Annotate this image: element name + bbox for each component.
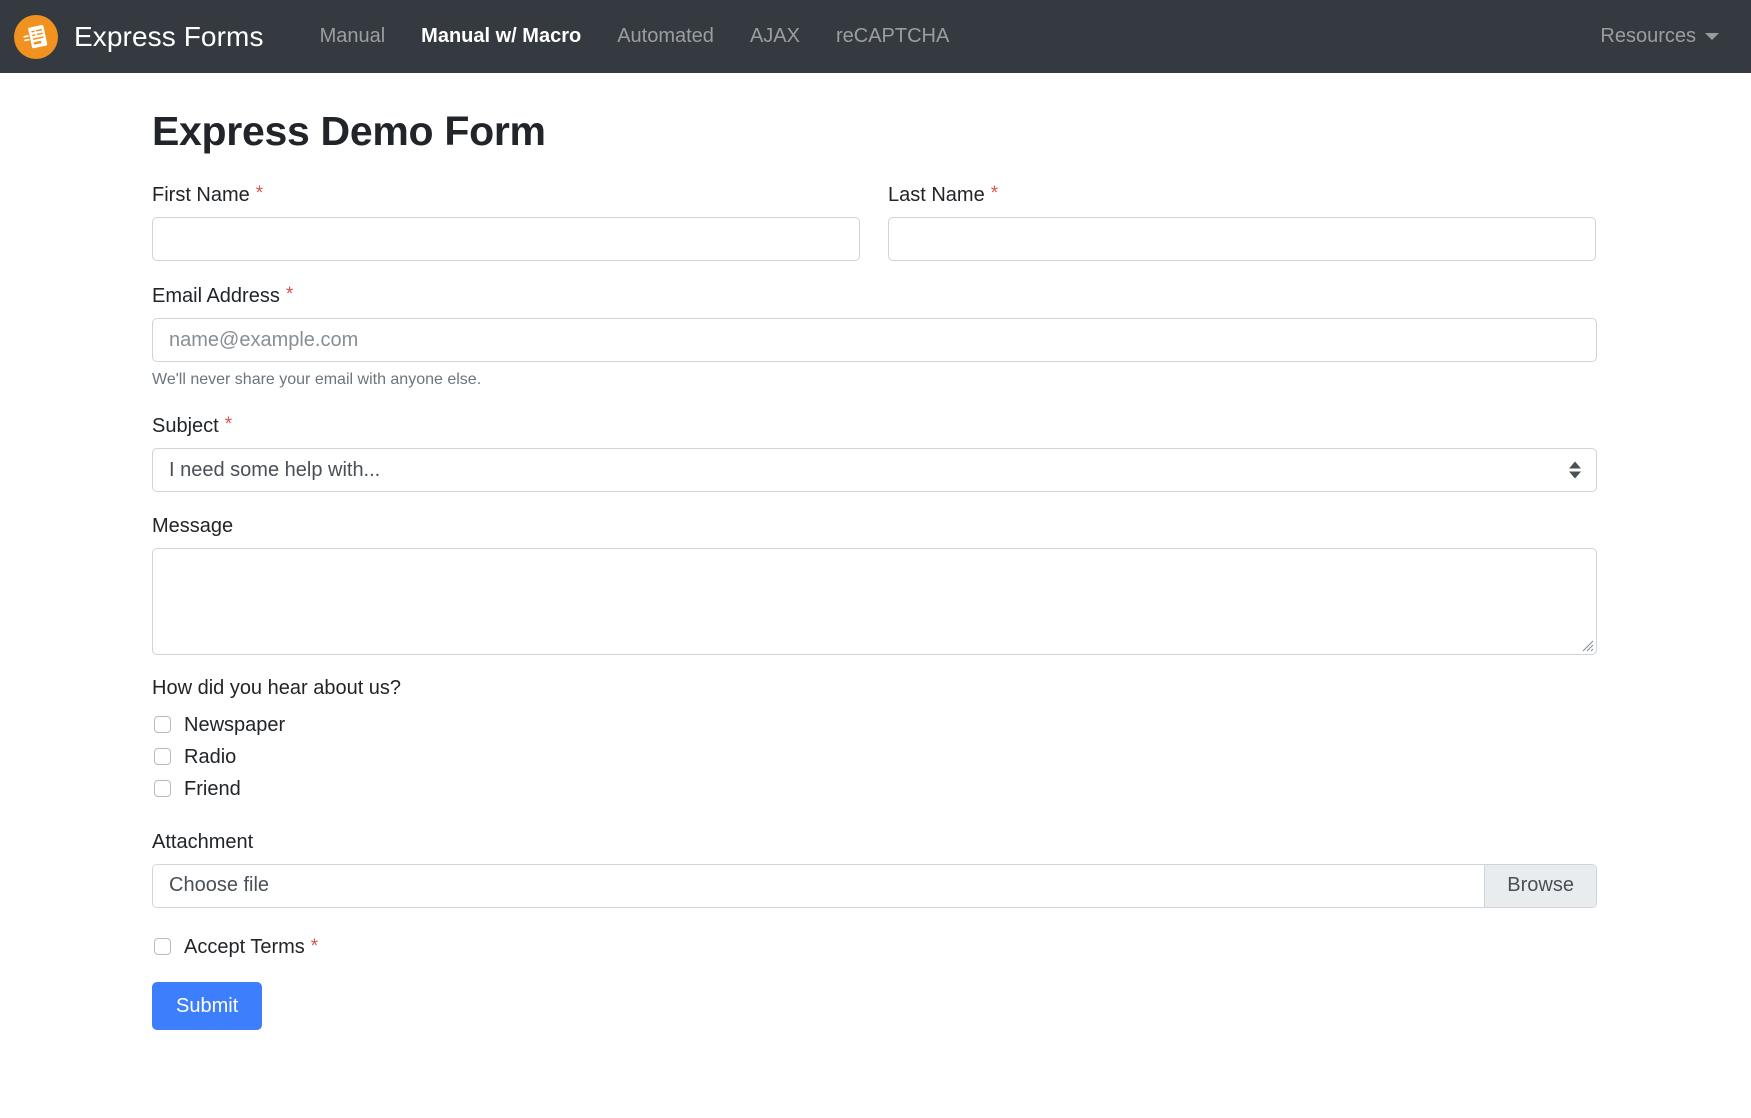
- message-group: Message: [152, 514, 1597, 655]
- first-name-col: First Name *: [152, 182, 874, 283]
- email-help-text: We'll never share your email with anyone…: [152, 371, 482, 389]
- name-row: First Name * Last Name *: [152, 182, 1597, 283]
- nav-link-recaptcha[interactable]: reCAPTCHA: [818, 16, 967, 57]
- page-container: Express Demo Form First Name * Last Name *: [0, 73, 1751, 1030]
- nav-item: Manual w/ Macro: [403, 16, 599, 57]
- nav-link-manual[interactable]: Manual: [302, 16, 404, 57]
- radio-checkbox[interactable]: [154, 748, 171, 766]
- top-navbar: Express Forms Manual Manual w/ Macro Aut…: [0, 0, 1751, 73]
- demo-form: First Name* Last Name* Email Address*: [152, 182, 1751, 1030]
- nav-link-automated[interactable]: Automated: [599, 16, 732, 57]
- last-name-input[interactable]: [888, 217, 1596, 262]
- navbar-links: Manual Manual w/ Macro Automated AJAX re…: [302, 16, 968, 57]
- last-name-group: Last Name *: [888, 182, 1596, 262]
- required-asterisk: *: [224, 413, 233, 435]
- first-name-group: First Name *: [152, 182, 860, 262]
- form-document-icon: [14, 14, 58, 59]
- caret-down-icon: [1705, 33, 1719, 40]
- first-name-label: First Name *: [152, 182, 860, 208]
- resources-label: Resources: [1600, 25, 1696, 47]
- friend-checkbox[interactable]: [154, 780, 171, 798]
- required-asterisk: *: [285, 284, 294, 306]
- nav-item: reCAPTCHA: [818, 16, 967, 57]
- message-label-text: Message: [152, 514, 234, 537]
- accept-terms-row[interactable]: Accept Terms *: [152, 934, 1751, 960]
- message-label: Message: [152, 514, 1597, 539]
- checkbox-row-radio[interactable]: Radio: [152, 744, 1751, 770]
- accept-terms-label: Accept Terms: [184, 935, 305, 958]
- last-name-label: Last Name *: [888, 182, 1596, 208]
- first-name-input[interactable]: [152, 217, 860, 262]
- message-textarea-wrap: [152, 547, 1597, 655]
- attachment-label-text: Attachment: [152, 830, 254, 853]
- hear-about-group: How did you hear about us? Newspaper Rad…: [152, 677, 1751, 802]
- newspaper-label: Newspaper: [184, 713, 286, 736]
- subject-select[interactable]: I need some help with...: [152, 447, 1597, 492]
- brand-title: Express Forms: [74, 20, 264, 52]
- browse-button[interactable]: Browse: [1484, 864, 1596, 907]
- resources-dropdown[interactable]: Resources: [1594, 16, 1725, 57]
- first-name-label-text: First Name: [152, 184, 250, 207]
- accept-terms-checkbox[interactable]: [154, 938, 171, 956]
- attachment-group: Attachment Choose file Browse: [152, 830, 1751, 908]
- nav-item: Automated: [599, 16, 732, 57]
- last-name-label-text: Last Name: [888, 184, 985, 207]
- email-label-text: Email Address: [152, 285, 280, 308]
- required-asterisk: *: [990, 183, 999, 205]
- friend-label: Friend: [184, 777, 241, 800]
- brand-link[interactable]: Express Forms: [14, 14, 264, 59]
- email-group: Email Address* We'll never share your em…: [152, 283, 1597, 391]
- submit-button[interactable]: Submit: [152, 981, 263, 1030]
- subject-label: Subject *: [152, 413, 1597, 439]
- page-title: Express Demo Form: [152, 108, 546, 154]
- required-asterisk: *: [310, 935, 319, 957]
- navbar-right: Resources: [1594, 16, 1725, 57]
- email-input[interactable]: [152, 318, 1597, 363]
- required-asterisk: *: [255, 183, 264, 205]
- subject-group: Subject * I need some help with...: [152, 413, 1597, 492]
- hear-about-label: How did you hear about us?: [152, 676, 402, 699]
- nav-link-ajax[interactable]: AJAX: [732, 16, 818, 57]
- last-name-col: Last Name *: [874, 182, 1596, 283]
- attachment-label: Attachment: [152, 830, 1751, 855]
- newspaper-checkbox[interactable]: [154, 716, 171, 734]
- nav-item: AJAX: [732, 16, 818, 57]
- radio-label: Radio: [184, 745, 237, 768]
- checkbox-row-newspaper[interactable]: Newspaper: [152, 712, 1751, 738]
- file-input-placeholder[interactable]: Choose file: [153, 864, 1485, 907]
- message-textarea[interactable]: [152, 547, 1597, 655]
- checkbox-row-friend[interactable]: Friend: [152, 776, 1751, 802]
- nav-link-manual-w-macro[interactable]: Manual w/ Macro: [403, 16, 599, 57]
- subject-label-text: Subject: [152, 414, 219, 437]
- email-label: Email Address *: [152, 283, 1597, 309]
- nav-item: Manual: [302, 16, 404, 57]
- subject-select-wrap: I need some help with...: [152, 447, 1597, 492]
- file-input-wrap[interactable]: Choose file Browse: [152, 863, 1597, 908]
